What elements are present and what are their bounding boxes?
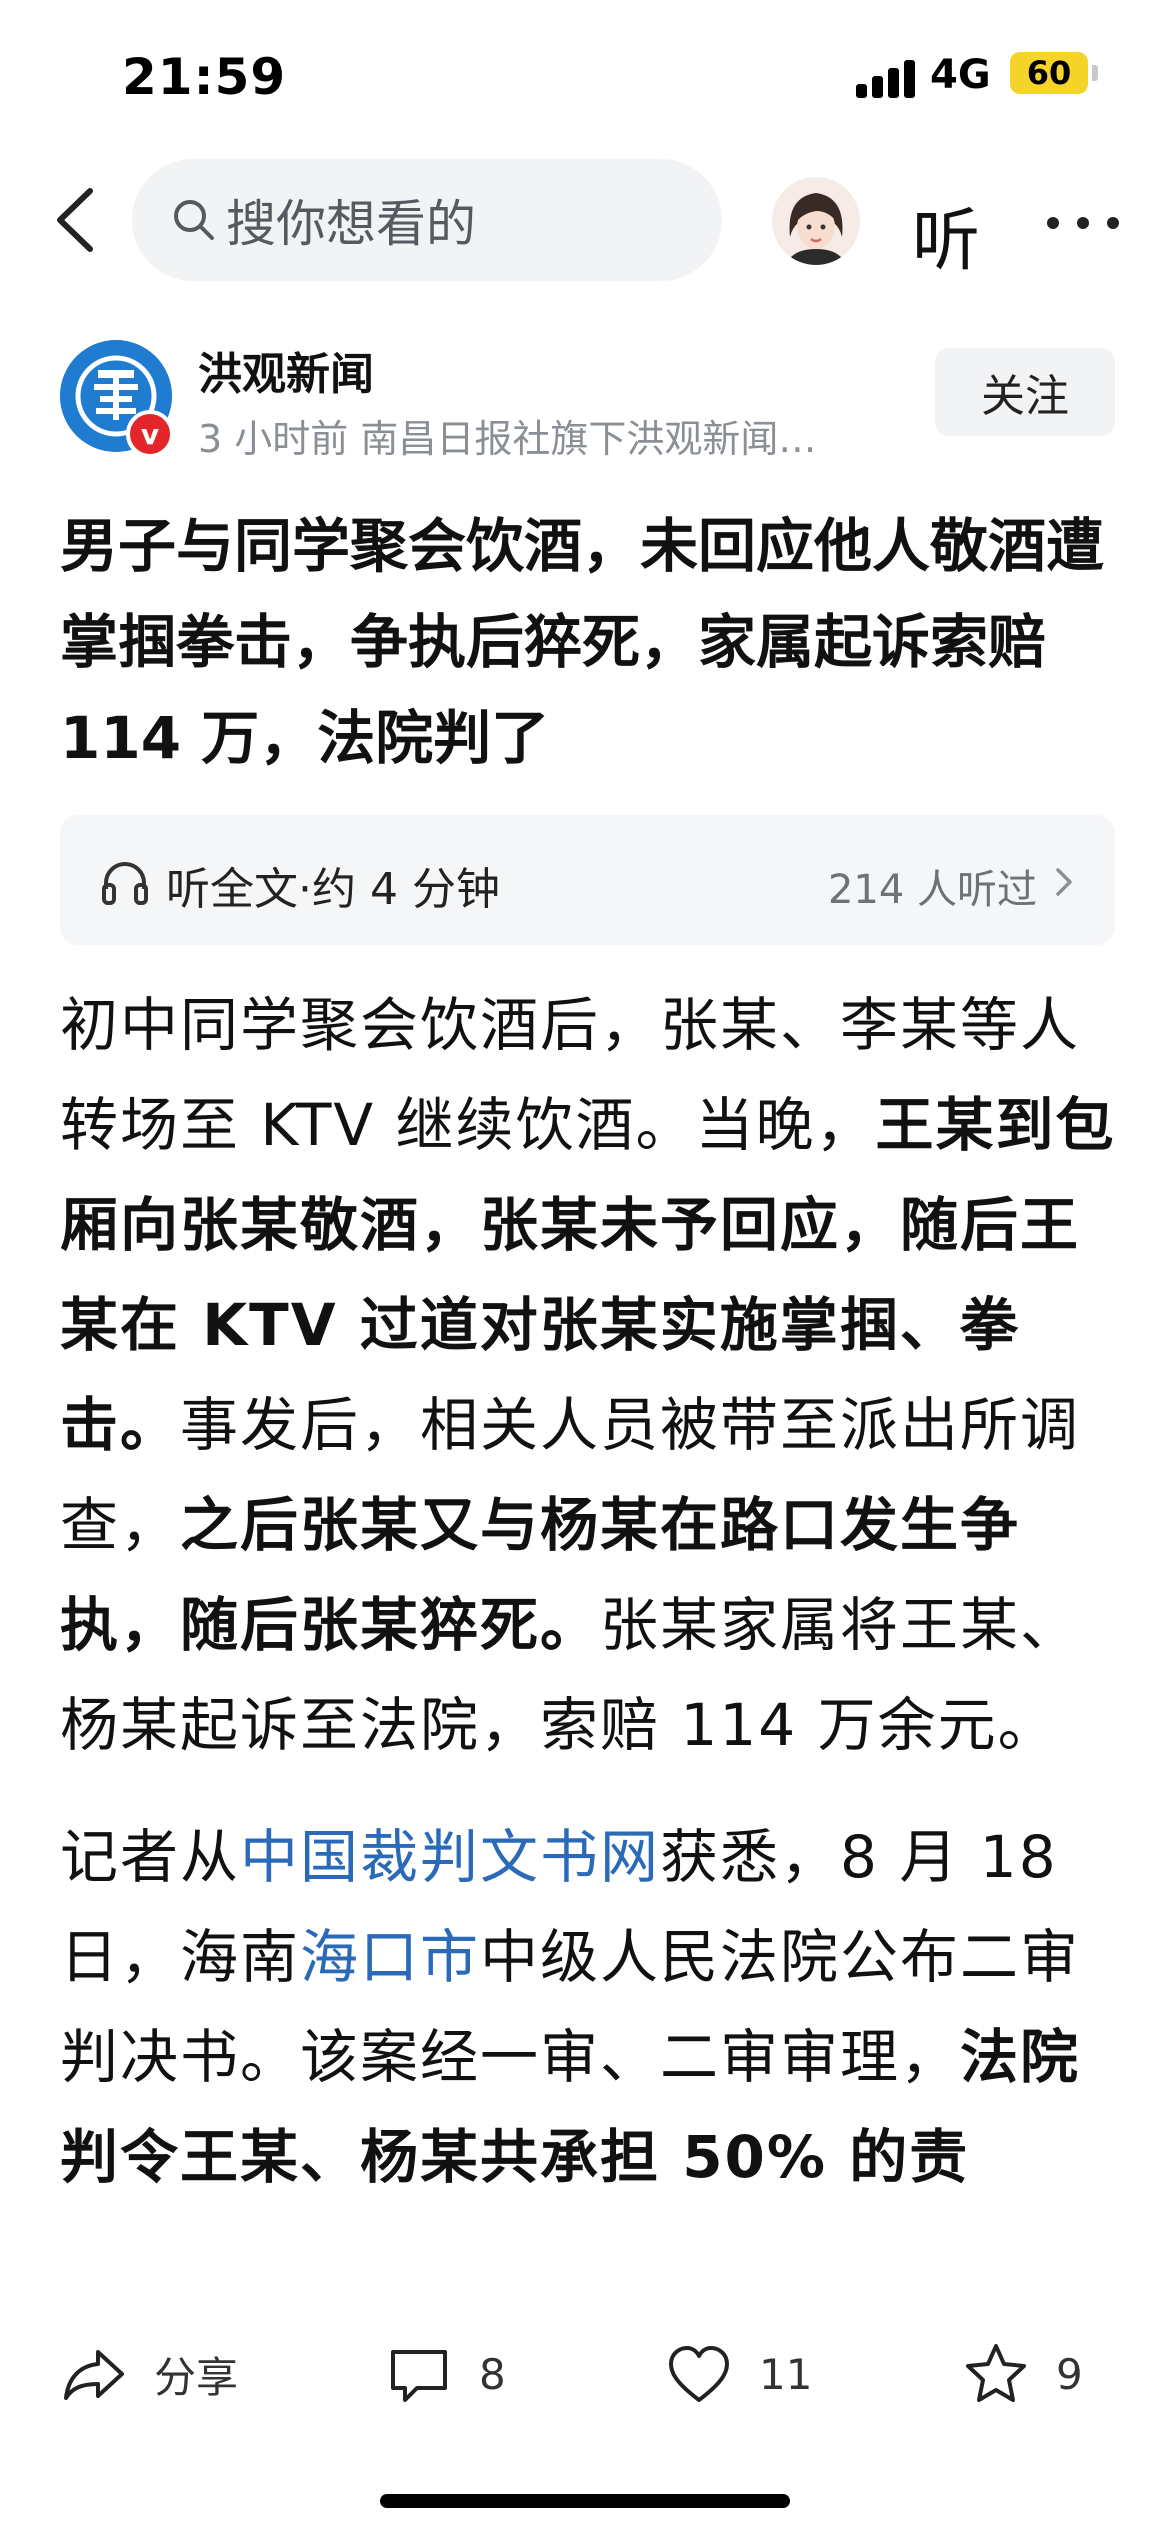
like-count: 11 xyxy=(759,2349,813,2399)
battery-icon: 60 xyxy=(1010,52,1088,94)
headphone-icon xyxy=(102,862,148,905)
listen-full-text-bar[interactable]: 听全文·约 4 分钟 214 人听过 xyxy=(60,815,1115,945)
author-name[interactable]: 洪观新闻 xyxy=(198,338,374,402)
star-icon xyxy=(966,2344,1026,2402)
listen-count: 214 人听过 xyxy=(827,867,1037,913)
share-button[interactable]: 分享 xyxy=(60,2340,238,2408)
more-icon[interactable] xyxy=(1043,213,1123,233)
author-row: v 洪观新闻 3 小时前 南昌日报社旗下洪观新闻… 关注 xyxy=(0,330,1170,480)
link-judgment-website[interactable]: 中国裁判文书网 xyxy=(240,1823,660,1891)
listen-button[interactable]: 听 xyxy=(912,185,980,284)
battery-nub xyxy=(1092,65,1098,81)
share-icon xyxy=(64,2350,124,2400)
search-input[interactable]: 搜你想看的 xyxy=(132,159,722,281)
chevron-right-icon xyxy=(1056,868,1072,896)
follow-button[interactable]: 关注 xyxy=(935,348,1115,436)
status-bar: 21:59 4G 60 xyxy=(0,0,1170,150)
comment-button[interactable]: 8 xyxy=(385,2340,506,2408)
signal-icon xyxy=(856,58,916,98)
comment-count: 8 xyxy=(479,2349,506,2399)
network-type: 4G xyxy=(930,52,991,98)
link-haikou[interactable]: 海口市 xyxy=(300,1923,480,1991)
top-nav: 搜你想看的 听 xyxy=(0,155,1170,285)
back-icon[interactable] xyxy=(48,185,108,255)
heart-icon xyxy=(669,2346,729,2402)
article-body: 初中同学聚会饮酒后，张某、李某等人转场至 KTV 继续饮酒。当晚，王某到包厢向张… xyxy=(60,975,1120,2239)
share-label: 分享 xyxy=(154,2352,239,2402)
verified-badge: v xyxy=(126,410,174,458)
search-icon xyxy=(174,200,214,240)
paragraph: 记者从中国裁判文书网获悉，8 月 18 日，海南海口市中级人民法院公布二审判决书… xyxy=(60,1807,1120,2207)
article-title: 男子与同学聚会饮酒，未回应他人敬酒遭掌掴拳击，争执后猝死，家属起诉索赔 114 … xyxy=(60,512,1105,772)
paragraph: 初中同学聚会饮酒后，张某、李某等人转场至 KTV 继续饮酒。当晚，王某到包厢向张… xyxy=(60,975,1120,1775)
search-placeholder: 搜你想看的 xyxy=(226,195,476,253)
favorite-count: 9 xyxy=(1056,2349,1083,2399)
author-meta: 3 小时前 南昌日报社旗下洪观新闻… xyxy=(198,417,817,461)
text-run: 记者从 xyxy=(60,1823,241,1891)
like-button[interactable]: 11 xyxy=(665,2340,812,2408)
home-indicator[interactable] xyxy=(380,2494,790,2508)
comment-icon xyxy=(391,2350,447,2402)
listen-label: 听全文·约 4 分钟 xyxy=(166,864,500,915)
avatar[interactable] xyxy=(772,177,860,265)
action-bar: 分享 8 11 9 xyxy=(0,2310,1170,2440)
avatar-illustration xyxy=(772,177,860,265)
favorite-button[interactable]: 9 xyxy=(962,2340,1083,2408)
status-time: 21:59 xyxy=(122,48,287,106)
